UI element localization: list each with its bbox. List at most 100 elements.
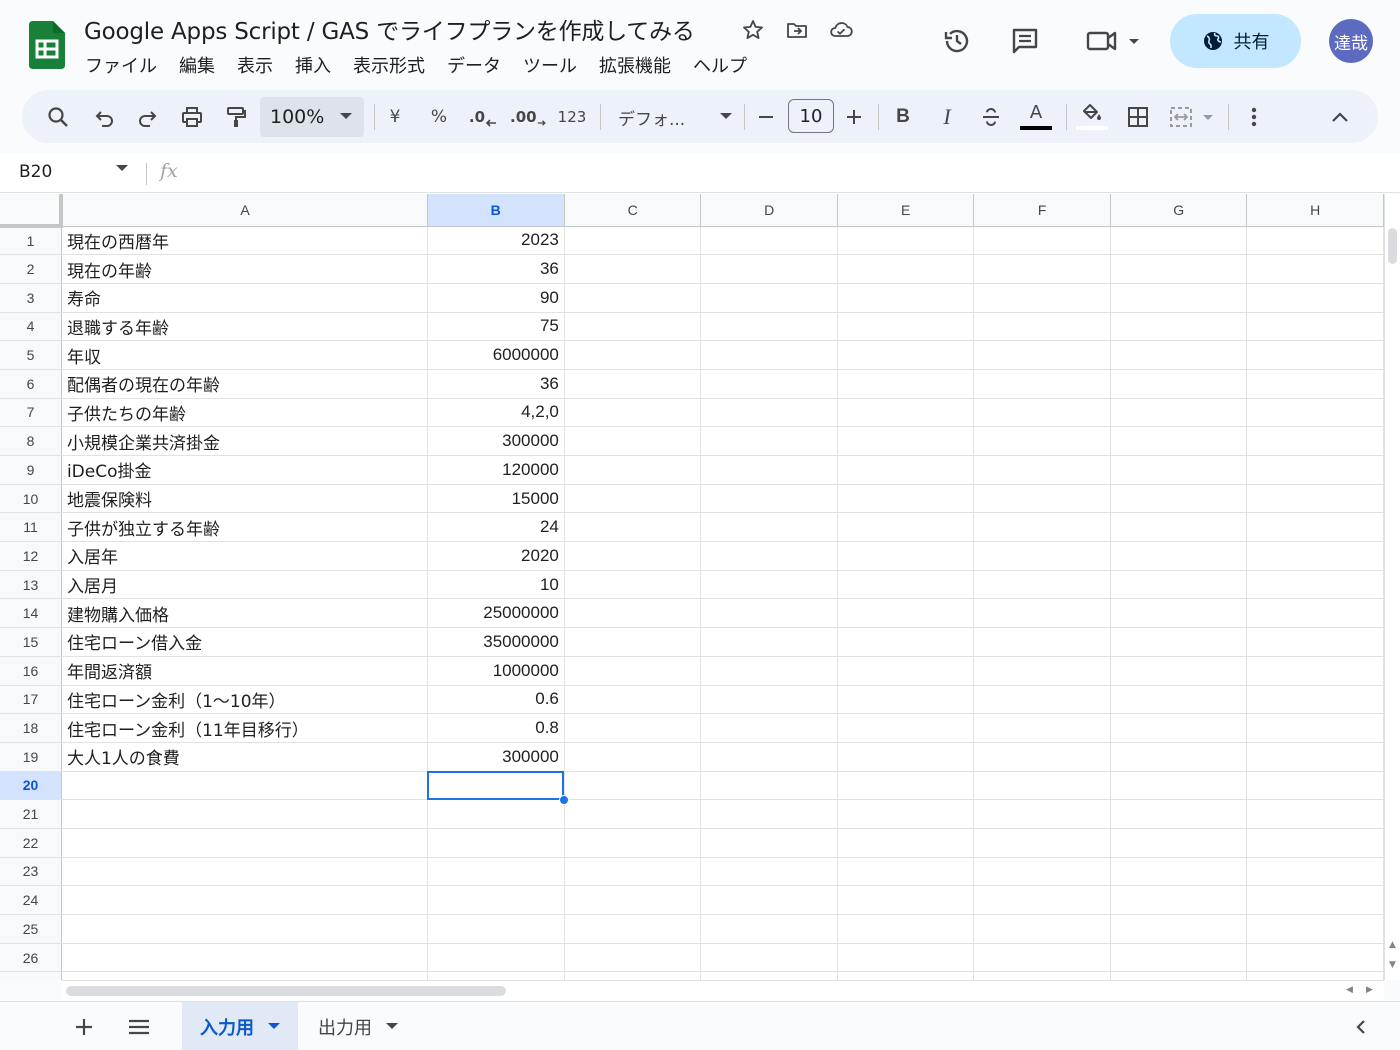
cell-h[interactable] (1246, 971, 1384, 980)
redo-icon[interactable] (132, 98, 164, 136)
cell-a[interactable]: 年収 (61, 340, 428, 370)
cell-b[interactable] (427, 799, 565, 829)
cell-f[interactable] (973, 943, 1111, 973)
row-header[interactable]: 25 (0, 914, 62, 944)
cell-e[interactable] (837, 226, 975, 256)
cell-g[interactable] (1110, 484, 1248, 514)
select-all-corner[interactable] (0, 194, 64, 228)
cell-f[interactable] (973, 369, 1111, 399)
cell-d[interactable] (700, 570, 838, 600)
cell-f[interactable] (973, 627, 1111, 657)
cell-d[interactable] (700, 541, 838, 571)
cell-c[interactable] (564, 713, 702, 743)
avatar[interactable]: 達哉 (1329, 19, 1373, 63)
row-header[interactable]: 6 (0, 369, 62, 399)
cell-c[interactable] (564, 426, 702, 456)
cell-d[interactable] (700, 484, 838, 514)
cell-g[interactable] (1110, 713, 1248, 743)
cell-e[interactable] (837, 340, 975, 370)
cell-a[interactable]: 建物購入価格 (61, 598, 428, 629)
scroll-down-arrow-icon[interactable]: ▼ (1389, 960, 1396, 970)
cell-e[interactable] (837, 943, 975, 973)
cell-h[interactable] (1246, 713, 1384, 743)
cell-b[interactable]: 25000000 (427, 598, 565, 629)
scroll-left-arrow-icon[interactable]: ◀ (1346, 985, 1353, 995)
row-header[interactable]: 14 (0, 598, 62, 629)
cell-b[interactable]: 2020 (427, 541, 565, 571)
cell-c[interactable] (564, 685, 702, 715)
search-menus-icon[interactable] (42, 98, 74, 136)
cell-h[interactable] (1246, 340, 1384, 370)
cell-d[interactable] (700, 254, 838, 284)
row-header[interactable]: 2 (0, 254, 62, 284)
share-button[interactable]: 共有 (1170, 14, 1301, 68)
row-header[interactable]: 22 (0, 828, 62, 858)
add-sheet-icon[interactable] (69, 1012, 99, 1042)
cell-c[interactable] (564, 484, 702, 514)
row-header[interactable]: 7 (0, 398, 62, 428)
column-header-c[interactable]: C (564, 194, 702, 227)
cell-e[interactable] (837, 799, 975, 829)
row-header[interactable]: 12 (0, 541, 62, 571)
cell-h[interactable] (1246, 226, 1384, 256)
cell-g[interactable] (1110, 943, 1248, 973)
cell-h[interactable] (1246, 627, 1384, 657)
cell-b[interactable]: 36 (427, 254, 565, 284)
cell-d[interactable] (700, 283, 838, 313)
horizontal-scroll-thumb[interactable] (66, 986, 506, 996)
cell-d[interactable] (700, 857, 838, 887)
menu-edit[interactable]: 編集 (168, 50, 226, 80)
cell-e[interactable] (837, 742, 975, 772)
cell-c[interactable] (564, 570, 702, 600)
collapse-side-panel-icon[interactable] (1346, 1012, 1376, 1042)
cell-g[interactable] (1110, 799, 1248, 829)
scroll-up-arrow-icon[interactable]: ▲ (1389, 940, 1396, 950)
cell-a[interactable] (61, 914, 428, 944)
cell-b[interactable]: 6000000 (427, 340, 565, 370)
format-currency-button[interactable]: ¥ (380, 98, 410, 136)
cell-d[interactable] (700, 312, 838, 342)
cell-c[interactable] (564, 971, 702, 980)
all-sheets-icon[interactable] (124, 1012, 154, 1042)
cell-g[interactable] (1110, 685, 1248, 715)
cell-a[interactable]: 年間返済額 (61, 656, 428, 686)
italic-button[interactable]: I (932, 98, 962, 136)
row-header[interactable]: 27 (0, 971, 62, 980)
cell-d[interactable] (700, 771, 838, 801)
cell-g[interactable] (1110, 369, 1248, 399)
fill-color-button[interactable] (1074, 98, 1110, 136)
cell-g[interactable] (1110, 283, 1248, 313)
move-to-folder-icon[interactable] (783, 16, 811, 44)
cell-f[interactable] (973, 598, 1111, 629)
cell-d[interactable] (700, 885, 838, 915)
cell-f[interactable] (973, 484, 1111, 514)
cell-h[interactable] (1246, 799, 1384, 829)
cell-c[interactable] (564, 283, 702, 313)
cell-g[interactable] (1110, 426, 1248, 456)
cell-b[interactable]: 4,2,0 (427, 398, 565, 428)
cell-h[interactable] (1246, 685, 1384, 715)
formula-input[interactable] (200, 161, 1380, 185)
cell-g[interactable] (1110, 971, 1248, 980)
cell-a[interactable] (61, 885, 428, 915)
cell-d[interactable] (700, 627, 838, 657)
font-size-input[interactable]: 10 (788, 99, 834, 133)
menu-extensions[interactable]: 拡張機能 (588, 50, 682, 80)
cell-c[interactable] (564, 598, 702, 629)
cell-b[interactable]: 15000 (427, 484, 565, 514)
cell-e[interactable] (837, 713, 975, 743)
cell-b[interactable]: 10 (427, 570, 565, 600)
row-header[interactable]: 5 (0, 340, 62, 370)
cell-c[interactable] (564, 398, 702, 428)
cell-b[interactable]: 0.6 (427, 685, 565, 715)
cell-g[interactable] (1110, 254, 1248, 284)
row-header[interactable]: 19 (0, 742, 62, 772)
cell-h[interactable] (1246, 885, 1384, 915)
column-header-g[interactable]: G (1110, 194, 1248, 227)
cell-d[interactable] (700, 226, 838, 256)
cell-d[interactable] (700, 943, 838, 973)
cell-h[interactable] (1246, 914, 1384, 944)
cell-e[interactable] (837, 541, 975, 571)
sheet-tab-input[interactable]: 入力用 (182, 1002, 298, 1050)
column-header-h[interactable]: H (1246, 194, 1384, 227)
